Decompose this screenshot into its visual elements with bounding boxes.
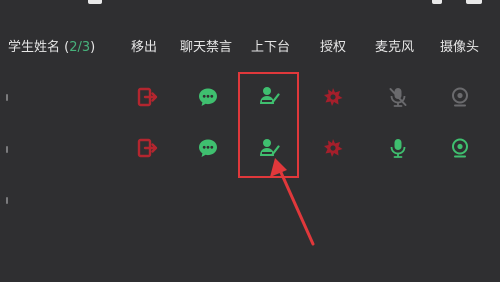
stage-header: 上下台 — [251, 40, 291, 55]
status-indicator — [466, 0, 482, 4]
student-count-value: 2/3 — [69, 40, 91, 55]
row-edge-mark — [6, 197, 8, 204]
student-name-label: 学生姓名 — [8, 40, 61, 55]
chat-bubble-icon[interactable] — [197, 137, 219, 159]
student-name-header: 学生姓名 (2/3) — [8, 36, 95, 55]
top-status-bar — [0, 0, 500, 12]
member-table-header: 学生姓名 (2/3) 移出 聊天禁言 上下台 授权 麦克风 摄像头 — [0, 36, 500, 58]
exit-icon[interactable] — [136, 137, 158, 159]
status-indicator — [88, 0, 102, 4]
microphone-icon[interactable] — [387, 137, 409, 159]
exit-icon[interactable] — [136, 86, 158, 108]
authorize-icon[interactable] — [322, 86, 344, 108]
highlight-box — [238, 72, 299, 178]
authorize-icon[interactable] — [322, 137, 344, 159]
microphone-header: 麦克风 — [375, 40, 415, 55]
move-out-header: 移出 — [131, 40, 158, 55]
camera-off-icon[interactable] — [449, 86, 471, 108]
row-edge-mark — [6, 146, 8, 153]
student-count: (2/3) — [64, 40, 96, 55]
status-indicator — [432, 0, 442, 4]
authorize-header: 授权 — [320, 40, 347, 55]
chat-ban-header: 聊天禁言 — [180, 40, 233, 55]
camera-icon[interactable] — [449, 137, 471, 159]
microphone-off-icon[interactable] — [387, 86, 409, 108]
chat-bubble-icon[interactable] — [197, 86, 219, 108]
row-edge-mark — [6, 94, 8, 101]
camera-header: 摄像头 — [440, 40, 480, 55]
